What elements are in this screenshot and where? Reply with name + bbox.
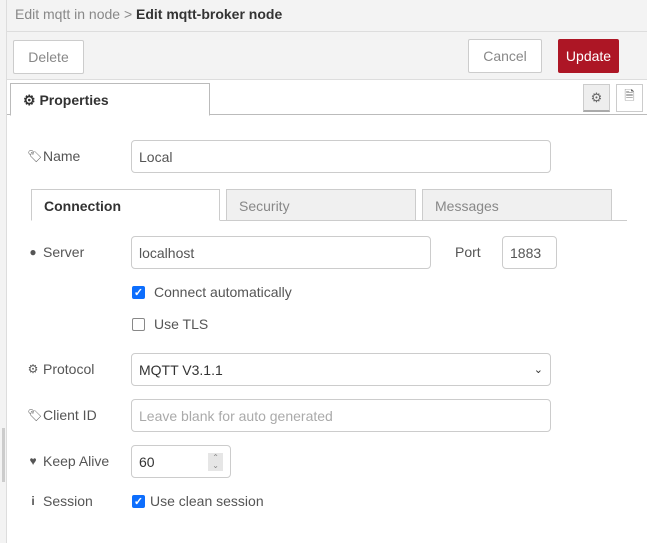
page-title: Edit mqtt-broker node: [136, 6, 283, 22]
keep-alive-label: ♥ Keep Alive: [27, 453, 109, 469]
port-label: Port: [455, 244, 481, 260]
server-input[interactable]: localhost: [131, 236, 431, 269]
use-tls-checkbox[interactable]: [132, 318, 145, 331]
globe-icon: ●: [29, 245, 37, 259]
description-button[interactable]: 🗎: [616, 84, 643, 112]
cancel-button[interactable]: Cancel: [468, 39, 542, 73]
connect-automatically-checkbox[interactable]: ✓: [132, 286, 145, 299]
label-text: Keep Alive: [43, 453, 110, 469]
gear-icon: ⚙: [23, 92, 36, 108]
label-text: Session: [43, 493, 93, 509]
client-id-input[interactable]: Leave blank for auto generated: [131, 399, 551, 432]
tab-bar: ⚙ Properties ⚙ 🗎: [7, 80, 647, 116]
properties-gear-button[interactable]: ⚙: [583, 84, 610, 112]
protocol-select[interactable]: MQTT V3.1.1 ⌄: [131, 353, 551, 386]
protocol-label: ⚙ Protocol: [27, 361, 95, 377]
tab-messages[interactable]: Messages: [422, 189, 612, 221]
file-text-icon: 🗎: [624, 88, 635, 103]
label-text: Protocol: [43, 361, 95, 377]
label-text: Server: [43, 244, 85, 260]
protocol-value: MQTT V3.1.1: [139, 361, 223, 378]
label-text: Client ID: [43, 407, 97, 423]
breadcrumb-separator: >: [123, 6, 133, 22]
name-label: 🏷 Name: [27, 148, 80, 164]
gear-icon: ⚙: [590, 89, 603, 105]
spinner-arrows-icon[interactable]: ⌃ ⌄: [208, 452, 223, 471]
tab-security[interactable]: Security: [226, 189, 416, 221]
client-id-label: 🏷 Client ID: [27, 407, 97, 423]
client-id-placeholder: Leave blank for auto generated: [139, 407, 333, 424]
connect-automatically-label: Connect automatically: [154, 284, 292, 300]
breadcrumb-parent[interactable]: Edit mqtt in node: [15, 6, 120, 22]
clean-session-label: Use clean session: [150, 493, 264, 509]
name-input[interactable]: Local: [131, 140, 551, 173]
toolbar: Delete Cancel Update: [7, 32, 647, 80]
gear-icon: ⚙: [27, 362, 39, 376]
server-label: ● Server: [27, 244, 84, 260]
session-label: i Session: [27, 493, 93, 509]
tag-icon: 🏷: [27, 149, 43, 163]
heartbeat-icon: ♥: [29, 454, 37, 468]
keep-alive-value: 60: [139, 453, 155, 470]
chevron-down-icon: ⌄: [533, 364, 543, 376]
label-text: Name: [43, 148, 81, 164]
info-icon: i: [31, 494, 35, 508]
breadcrumb: Edit mqtt in node > Edit mqtt-broker nod…: [7, 0, 647, 32]
scrollbar[interactable]: [2, 428, 5, 482]
use-tls-label: Use TLS: [154, 316, 209, 332]
delete-button[interactable]: Delete: [13, 40, 84, 74]
port-input[interactable]: 1883: [502, 236, 557, 269]
tab-properties[interactable]: ⚙ Properties: [10, 83, 210, 116]
tab-label: Properties: [39, 92, 109, 108]
keep-alive-spinner[interactable]: 60 ⌃ ⌄: [131, 445, 231, 478]
tag-icon: 🏷: [27, 408, 43, 422]
clean-session-checkbox[interactable]: ✓: [132, 495, 145, 508]
tab-connection[interactable]: Connection: [31, 189, 220, 221]
update-button[interactable]: Update: [558, 39, 619, 73]
